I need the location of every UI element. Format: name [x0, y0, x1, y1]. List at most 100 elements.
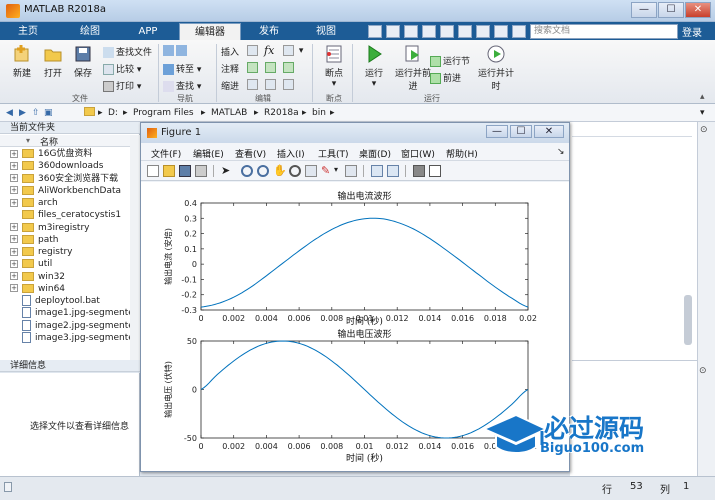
folder-item[interactable]: +360downloads: [0, 160, 140, 172]
crumb-program-files[interactable]: Program Files: [133, 108, 194, 118]
find-button[interactable]: 查找 ▾: [163, 79, 201, 92]
help-quick-icon[interactable]: [494, 25, 508, 38]
up-folder-icon[interactable]: ⇧: [32, 108, 40, 118]
fx-button[interactable]: fx: [264, 44, 274, 57]
right-scrollbar[interactable]: [697, 122, 715, 476]
crumb-drive[interactable]: D:: [108, 108, 118, 118]
scroll-thumb[interactable]: [684, 295, 692, 345]
crumb-r2018a[interactable]: R2018a: [264, 108, 299, 118]
menu-tools[interactable]: 工具(T): [318, 147, 349, 160]
forward-nav-icon[interactable]: ▶: [19, 108, 26, 118]
save-button[interactable]: 保存: [64, 44, 102, 79]
print-figure-icon[interactable]: [195, 165, 207, 177]
minimize-button[interactable]: —: [631, 2, 657, 18]
redo-quick-icon[interactable]: [458, 25, 472, 38]
hide-tools-icon[interactable]: [413, 165, 425, 177]
legend-icon[interactable]: [387, 165, 399, 177]
file-scrollbar[interactable]: [130, 135, 140, 360]
menu-window[interactable]: 窗口(W): [401, 147, 435, 160]
folder-item[interactable]: files_ceratocystis1: [0, 209, 140, 221]
expand-icon[interactable]: +: [10, 161, 18, 170]
expand-icon[interactable]: +: [10, 186, 18, 195]
login-link[interactable]: 登录: [682, 24, 702, 39]
maximize-button[interactable]: ☐: [658, 2, 684, 18]
qat-dropdown-icon[interactable]: [512, 25, 526, 38]
folder-item[interactable]: +360安全浏览器下载: [0, 173, 140, 185]
tab-apps[interactable]: APP: [128, 23, 168, 40]
save-figure-icon[interactable]: [179, 165, 191, 177]
figure-maximize-button[interactable]: ☐: [510, 125, 532, 138]
file-item[interactable]: image3.jpg-segmente...: [0, 331, 142, 344]
run-section-button[interactable]: 运行节: [430, 54, 470, 67]
collapse-ribbon-icon[interactable]: ▴: [700, 92, 705, 102]
folder-item[interactable]: +16G优盘资料: [0, 148, 140, 160]
save-quick-icon[interactable]: [368, 25, 382, 38]
expand-icon[interactable]: +: [10, 259, 18, 268]
indent-icon-button[interactable]: [247, 79, 260, 90]
zoom-out-icon[interactable]: [257, 165, 269, 177]
indent-right-button[interactable]: [265, 79, 278, 90]
run-and-time-button[interactable]: 运行并计时: [475, 44, 517, 92]
compare-button[interactable]: 比较 ▾: [103, 62, 141, 75]
tab-publish[interactable]: 发布: [248, 23, 290, 40]
copy-quick-icon[interactable]: [404, 25, 418, 38]
file-item[interactable]: image2.jpg-segmente...: [0, 319, 142, 332]
expand-icon[interactable]: +: [10, 223, 18, 231]
menu-view[interactable]: 查看(V): [235, 147, 266, 160]
tab-home[interactable]: 主页: [8, 23, 48, 40]
open-file-icon[interactable]: [163, 165, 175, 177]
back-nav-icon[interactable]: ◀: [6, 108, 13, 118]
expand-icon[interactable]: +: [10, 174, 18, 182]
undo-quick-icon[interactable]: [440, 25, 454, 38]
insert-dropdown[interactable]: ▾: [283, 45, 303, 56]
folder-item[interactable]: + path: [0, 234, 140, 246]
panel-menu-icon[interactable]: ⊙: [700, 125, 708, 135]
comment-button[interactable]: 注释: [221, 62, 239, 75]
goto-button[interactable]: 转至 ▾: [163, 62, 201, 75]
panel-options-icon[interactable]: ⊙: [699, 366, 707, 376]
breakpoints-button[interactable]: 断点 ▾: [315, 44, 353, 89]
expand-icon[interactable]: +: [10, 284, 18, 293]
indent-button[interactable]: 缩进: [221, 79, 239, 92]
insert-button[interactable]: 插入: [221, 45, 239, 58]
print-button[interactable]: 打印 ▾: [103, 79, 141, 92]
menu-insert[interactable]: 插入(I): [277, 147, 305, 160]
new-figure-icon[interactable]: [147, 165, 159, 177]
zoom-in-icon[interactable]: [241, 165, 253, 177]
folder-item[interactable]: + util: [0, 258, 140, 270]
browse-folder-icon[interactable]: ▣: [44, 108, 53, 118]
show-tools-icon[interactable]: [429, 165, 441, 177]
pointer-icon[interactable]: ➤: [221, 165, 233, 177]
find-files-button[interactable]: 查找文件: [103, 45, 152, 58]
expand-icon[interactable]: +: [10, 272, 18, 280]
menu-edit[interactable]: 编辑(E): [193, 147, 224, 160]
folder-item[interactable]: + arch: [0, 197, 140, 209]
menu-file[interactable]: 文件(F): [151, 147, 181, 160]
folder-item[interactable]: + m3iregistry: [0, 222, 140, 234]
data-cursor-icon[interactable]: [305, 165, 317, 177]
switch-window-icon[interactable]: [476, 25, 490, 38]
run-button[interactable]: 运行 ▾: [355, 44, 393, 89]
file-item[interactable]: deploytool.bat: [0, 295, 140, 307]
tab-view[interactable]: 视图: [305, 23, 347, 40]
crumb-matlab[interactable]: MATLAB: [211, 108, 247, 118]
expand-icon[interactable]: +: [10, 149, 18, 158]
search-docs-input[interactable]: 搜索文档: [530, 24, 678, 39]
indent-left-button[interactable]: [283, 79, 296, 90]
uncomment-icon-button[interactable]: [265, 62, 278, 73]
advance-button[interactable]: 前进: [430, 71, 461, 84]
figure-close-button[interactable]: ✕: [534, 125, 564, 138]
expand-icon[interactable]: +: [10, 247, 18, 256]
rotate-icon[interactable]: [289, 165, 301, 177]
expand-icon[interactable]: +: [10, 198, 18, 207]
tab-editor[interactable]: 编辑器: [179, 23, 241, 40]
address-dropdown-icon[interactable]: ▾: [700, 108, 705, 118]
figure-minimize-button[interactable]: —: [486, 125, 508, 138]
close-button[interactable]: ✕: [685, 2, 711, 18]
wrap-comment-button[interactable]: [283, 62, 296, 73]
link-plot-icon[interactable]: [345, 165, 357, 177]
folder-item[interactable]: + AliWorkbenchData: [0, 185, 140, 197]
folder-item[interactable]: + registry: [0, 246, 140, 258]
nav-back-button[interactable]: [163, 45, 189, 56]
brush-dropdown-icon[interactable]: ▾: [334, 165, 338, 174]
